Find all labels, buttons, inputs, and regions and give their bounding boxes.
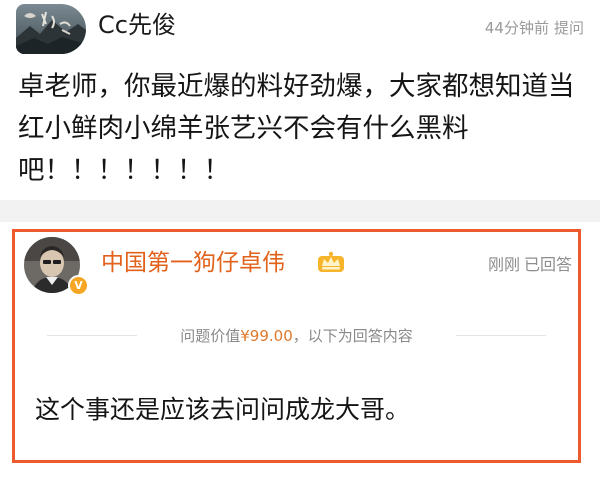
crown-icon [317, 250, 345, 274]
answer-author-name[interactable]: 中国第一狗仔卓伟 [101, 248, 285, 278]
question-time: 44分钟前 [484, 19, 549, 37]
question-header: Cc先俊 44分钟前 提问 [0, 0, 600, 60]
question-author-name[interactable]: Cc先俊 [98, 9, 176, 41]
price-divider-right [456, 335, 546, 336]
question-body: 卓老师，你最近爆的料好劲爆，大家都想知道当红小鲜肉小绵羊张艺兴不会有什么黑料吧！… [18, 71, 575, 186]
price-suffix: ，以下为回答内容 [292, 327, 413, 345]
question-meta: 44分钟前 提问 [485, 17, 584, 39]
answer-avatar[interactable]: V [24, 237, 89, 299]
price-row: 问题价值¥99.00，以下为回答内容 [15, 324, 578, 348]
answer-card: V 中国第一狗仔卓伟 刚刚 已回答 问题价值¥99.00，以下为回答内容 这个事还… [12, 229, 581, 463]
section-divider [0, 200, 600, 222]
question-action-label: 提问 [553, 19, 584, 37]
answer-time: 刚刚 [487, 255, 520, 274]
answer-status-label: 已回答 [523, 255, 572, 274]
qa-page: Cc先俊 44分钟前 提问 卓老师，你最近爆的料好劲爆，大家都想知道当红小鲜肉小绵… [0, 0, 600, 482]
landscape-avatar-icon [16, 4, 86, 54]
answer-body: 这个事还是应该去问问成龙大哥。 [35, 395, 411, 424]
verified-v-icon: V [68, 275, 89, 296]
answer-meta: 刚刚 已回答 [488, 254, 572, 276]
price-value: ¥99.00 [240, 327, 293, 345]
price-prefix: 问题价值 [180, 327, 241, 345]
question-avatar[interactable] [16, 4, 86, 54]
price-text: 问题价值¥99.00，以下为回答内容 [15, 324, 578, 348]
